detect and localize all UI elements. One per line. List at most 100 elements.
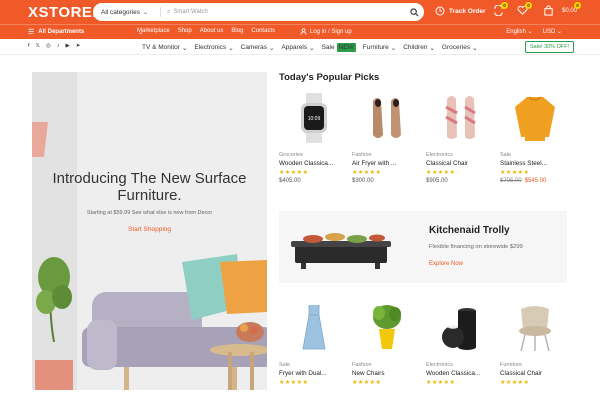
product-name[interactable]: Fryer with Dual... bbox=[279, 370, 349, 377]
rating-stars: ★★★★★ bbox=[279, 380, 309, 386]
product-name[interactable]: Classical Chair bbox=[500, 370, 570, 377]
locale-selectors: English ⌄ USD ⌄ bbox=[506, 28, 562, 35]
explore-now-link[interactable]: Explore Now bbox=[429, 261, 463, 267]
category-label: Cameras bbox=[240, 44, 268, 51]
product-name[interactable]: Wooden Classica... bbox=[426, 370, 496, 377]
product-image[interactable] bbox=[426, 298, 496, 358]
wishlist-button[interactable]: 0 bbox=[517, 2, 532, 16]
login-link[interactable]: Log in / Sign up bbox=[300, 28, 352, 35]
category-cameras[interactable]: Cameras ⌄ bbox=[241, 43, 275, 52]
armchair-icon bbox=[519, 306, 551, 352]
nav-link-contacts[interactable]: Contacts bbox=[251, 28, 275, 34]
furniture-illustration bbox=[35, 254, 267, 390]
rating-stars: ★★★★★ bbox=[500, 380, 530, 386]
rating-stars: ★★★★★ bbox=[352, 380, 382, 386]
rating-stars: ★★★★★ bbox=[500, 170, 530, 176]
product-image[interactable] bbox=[352, 298, 422, 358]
product-price: $905.00 bbox=[426, 178, 448, 184]
category-tv-monitor[interactable]: TV & Monitor ⌄ bbox=[142, 43, 187, 52]
wishlist-badge: 0 bbox=[525, 2, 532, 9]
popular-picks-title: Today's Popular Picks bbox=[279, 72, 380, 83]
nav-link-about-us[interactable]: About us bbox=[200, 28, 224, 34]
old-price: $705.00 bbox=[500, 178, 522, 184]
category-sale[interactable]: Sale NEW bbox=[322, 43, 356, 52]
product-image[interactable] bbox=[426, 88, 496, 148]
product-name[interactable]: Wooden Classica... bbox=[279, 160, 349, 167]
language-select[interactable]: English ⌄ bbox=[506, 28, 532, 35]
telegram-icon[interactable]: ➤ bbox=[76, 43, 81, 49]
product-name[interactable]: Classical Chair bbox=[426, 160, 496, 167]
category-label: Furniture bbox=[362, 44, 389, 51]
category-nav: TV & Monitor ⌄ Electronics ⌄ Cameras ⌄ A… bbox=[142, 43, 478, 52]
tiktok-icon[interactable]: ♪ bbox=[57, 43, 60, 49]
youtube-icon[interactable]: ▶ bbox=[66, 43, 70, 49]
product-card[interactable]: 10:09 Groceries Wooden Classica... ★★★★★… bbox=[279, 88, 349, 184]
product-card[interactable]: Sale Fryer with Dual... ★★★★★ bbox=[279, 298, 349, 386]
nav-link-shop[interactable]: Shop bbox=[178, 28, 192, 34]
product-category: Fashion bbox=[352, 362, 372, 368]
product-card[interactable]: Electronics Wooden Classica... ★★★★★ bbox=[426, 298, 496, 386]
search-bar: All categories ⌄ ⌕ Smart Watch bbox=[93, 3, 424, 21]
category-label: TV & Monitor bbox=[142, 44, 180, 51]
compare-button[interactable]: 0 bbox=[493, 2, 508, 16]
product-card[interactable]: Fashion New Chairs ★★★★★ bbox=[352, 298, 422, 386]
category-label: Apparels bbox=[281, 44, 308, 51]
search-input[interactable]: ⌕ Smart Watch bbox=[161, 9, 407, 16]
track-order-link[interactable]: Track Order bbox=[435, 6, 486, 16]
sale-button[interactable]: Sale! 30% OFF! bbox=[525, 41, 575, 53]
instagram-icon[interactable]: ◎ bbox=[46, 43, 51, 49]
shoes-icon bbox=[373, 98, 401, 138]
nav-link-blog[interactable]: Blog bbox=[231, 28, 243, 34]
product-price: $405.00 bbox=[279, 178, 301, 184]
hero-banner[interactable]: Introducing The New Surface Furniture. S… bbox=[32, 72, 267, 390]
product-image[interactable] bbox=[279, 298, 349, 358]
search-category-select[interactable]: All categories ⌄ bbox=[93, 7, 161, 17]
product-price: $705.00 $545.00 bbox=[500, 178, 570, 184]
cart-badge: 0 bbox=[574, 2, 582, 9]
search-button[interactable] bbox=[407, 5, 421, 19]
product-name[interactable]: New Chairs bbox=[352, 370, 422, 377]
product-name[interactable]: Air Fryer with ... bbox=[352, 160, 422, 167]
search-category-label: All categories bbox=[101, 8, 141, 16]
product-price: $300.00 bbox=[352, 178, 374, 184]
category-furniture[interactable]: Furniture ⌄ bbox=[363, 43, 396, 52]
product-image[interactable] bbox=[500, 88, 570, 148]
product-category: Furniture bbox=[500, 362, 523, 368]
currency-label: USD bbox=[542, 29, 556, 35]
product-card[interactable]: Electronics Classical Chair ★★★★★ $905.0… bbox=[426, 88, 496, 184]
sale-price: $545.00 bbox=[524, 178, 547, 184]
product-image[interactable] bbox=[500, 298, 570, 358]
promo-banner[interactable]: Kitchenaid Trolly Flexible financing on … bbox=[279, 211, 567, 283]
category-children[interactable]: Children ⌄ bbox=[403, 43, 435, 52]
cart-button[interactable]: 0 $0.00 bbox=[543, 2, 582, 16]
hero-title: Introducing The New Surface Furniture. bbox=[52, 170, 247, 204]
vase-icon bbox=[442, 308, 476, 350]
product-card[interactable]: Fashion Air Fryer with ... ★★★★★ $300.00 bbox=[352, 88, 422, 184]
shopping-bag-icon bbox=[544, 5, 553, 16]
product-category: Fashion bbox=[352, 152, 372, 158]
category-groceries[interactable]: Groceries ⌄ bbox=[442, 43, 478, 52]
category-bar: f 𝕏 ◎ ♪ ▶ ➤ TV & Monitor ⌄ Electronics ⌄… bbox=[0, 39, 600, 55]
category-label: Sale bbox=[321, 44, 335, 51]
grill-illustration bbox=[291, 233, 391, 269]
product-card[interactable]: Furniture Classical Chair ★★★★★ bbox=[500, 298, 570, 386]
product-image[interactable]: 10:09 bbox=[279, 88, 349, 148]
user-icon bbox=[300, 28, 307, 35]
search-placeholder: Smart Watch bbox=[173, 9, 208, 15]
hamburger-icon: ☰ bbox=[28, 29, 35, 36]
product-card[interactable]: Sale Stainless Steel... ★★★★★ $705.00 $54… bbox=[500, 88, 570, 184]
all-departments-button[interactable]: ☰ All Departments ⌄ bbox=[28, 28, 143, 36]
chevron-down-icon: ⌄ bbox=[143, 9, 149, 16]
x-twitter-icon[interactable]: 𝕏 bbox=[36, 43, 40, 49]
facebook-icon[interactable]: f bbox=[28, 43, 30, 49]
category-apparels[interactable]: Apparels ⌄ bbox=[281, 43, 314, 52]
currency-select[interactable]: USD ⌄ bbox=[543, 28, 562, 35]
product-image[interactable] bbox=[352, 88, 422, 148]
site-logo[interactable]: XSTORE. bbox=[28, 4, 97, 21]
compare-badge: 0 bbox=[501, 2, 508, 9]
nav-link-marketplace[interactable]: Marketplace bbox=[137, 28, 170, 34]
category-electronics[interactable]: Electronics ⌄ bbox=[194, 43, 233, 52]
product-name[interactable]: Stainless Steel... bbox=[500, 160, 570, 167]
primary-nav: Marketplace Shop About us Blog Contacts bbox=[137, 28, 275, 34]
all-departments-label: All Departments bbox=[38, 29, 85, 35]
